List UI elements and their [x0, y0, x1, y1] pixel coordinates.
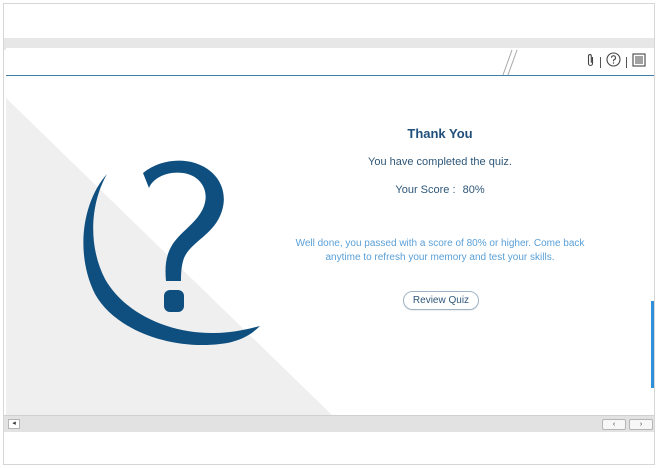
question-mark-icon: [83, 160, 260, 346]
scroll-indicator[interactable]: [651, 301, 654, 388]
score-value: 80%: [462, 184, 485, 196]
quiz-player: Thank You You have completed the quiz. Y…: [6, 48, 654, 415]
review-quiz-button[interactable]: Review Quiz: [403, 291, 479, 310]
bottom-navigation-bar: ◂ ‹ ›: [4, 415, 654, 432]
completion-text: You have completed the quiz.: [368, 156, 512, 168]
help-icon[interactable]: [606, 52, 621, 72]
result-title: Thank You: [407, 126, 473, 141]
previous-button[interactable]: ‹: [602, 419, 626, 430]
toolbar: [586, 52, 646, 72]
decorative-slashes-icon: [502, 49, 518, 76]
score-label: Your Score :: [395, 184, 456, 196]
menu-icon[interactable]: [632, 52, 646, 72]
toolbar-separator: [600, 56, 601, 68]
result-message: Well done, you passed with a score of 80…: [295, 238, 585, 263]
next-button[interactable]: ›: [629, 419, 653, 430]
score-row: Your Score : 80%: [290, 184, 590, 196]
collapse-button[interactable]: ◂: [8, 419, 20, 429]
paperclip-icon[interactable]: [586, 53, 595, 72]
player-header: [6, 48, 654, 76]
toolbar-separator: [626, 56, 627, 68]
